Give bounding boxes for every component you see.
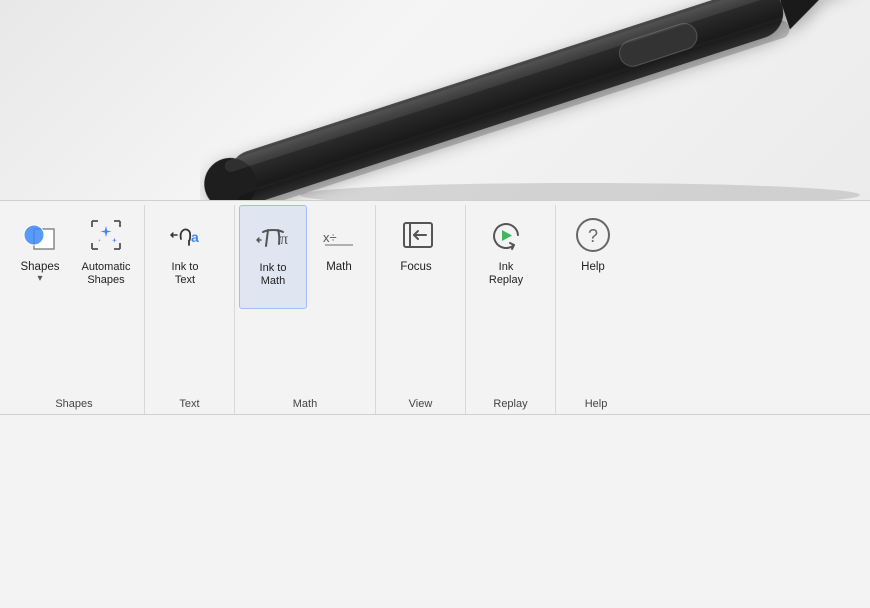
ink-to-text-icon: a [161, 211, 209, 259]
focus-button[interactable]: Focus [380, 205, 452, 295]
ink-to-text-button[interactable]: a Ink to Text [149, 205, 221, 307]
help-group: ? Help Help [556, 205, 636, 414]
help-button[interactable]: ? Help [560, 205, 626, 295]
math-label: Math [326, 261, 352, 275]
content-area [0, 415, 870, 608]
shapes-button[interactable]: Shapes ▾ [8, 205, 72, 304]
view-group-label: View [376, 398, 465, 410]
replay-group: Ink Replay Replay [466, 205, 556, 414]
replay-group-label: Replay [466, 398, 555, 410]
math-button[interactable]: x÷ Math [307, 205, 371, 295]
shapes-group-label: Shapes [4, 398, 144, 410]
focus-icon [392, 211, 440, 259]
help-label: Help [581, 261, 605, 275]
auto-shapes-icon [82, 211, 130, 259]
math-group-label: Math [235, 398, 375, 410]
ink-to-math-icon: π [249, 212, 297, 260]
focus-label: Focus [400, 261, 431, 275]
ink-to-math-label: Ink to Math [260, 262, 287, 288]
ink-replay-icon [482, 211, 530, 259]
automatic-shapes-button[interactable]: Automatic Shapes [72, 205, 140, 307]
pen-area [0, 0, 870, 210]
text-group-label: Text [145, 398, 234, 410]
ink-to-text-label: Ink to Text [172, 261, 199, 287]
help-group-label: Help [556, 398, 636, 410]
text-group: a Ink to Text Text [145, 205, 235, 414]
svg-text:x÷: x÷ [323, 230, 337, 245]
ink-replay-label: Ink Replay [489, 261, 523, 287]
main-container: Shapes ▾ [0, 0, 870, 608]
ink-replay-button[interactable]: Ink Replay [470, 205, 542, 307]
math-group: π Ink to Math x÷ Math [235, 205, 376, 414]
svg-text:a: a [191, 229, 199, 245]
shapes-group: Shapes ▾ [4, 205, 145, 414]
ink-to-math-button[interactable]: π Ink to Math [239, 205, 307, 309]
ribbon-toolbar: Shapes ▾ [0, 200, 870, 415]
stylus-pen-image [200, 0, 870, 210]
svg-text:?: ? [588, 226, 598, 246]
automatic-shapes-label: Automatic Shapes [82, 261, 131, 287]
shapes-icon [16, 211, 64, 259]
view-group: Focus View [376, 205, 466, 414]
help-icon: ? [569, 211, 617, 259]
ribbon-groups: Shapes ▾ [0, 201, 870, 414]
svg-text:π: π [280, 231, 288, 248]
shapes-dropdown-arrow: ▾ [37, 273, 42, 284]
math-icon: x÷ [315, 211, 363, 259]
